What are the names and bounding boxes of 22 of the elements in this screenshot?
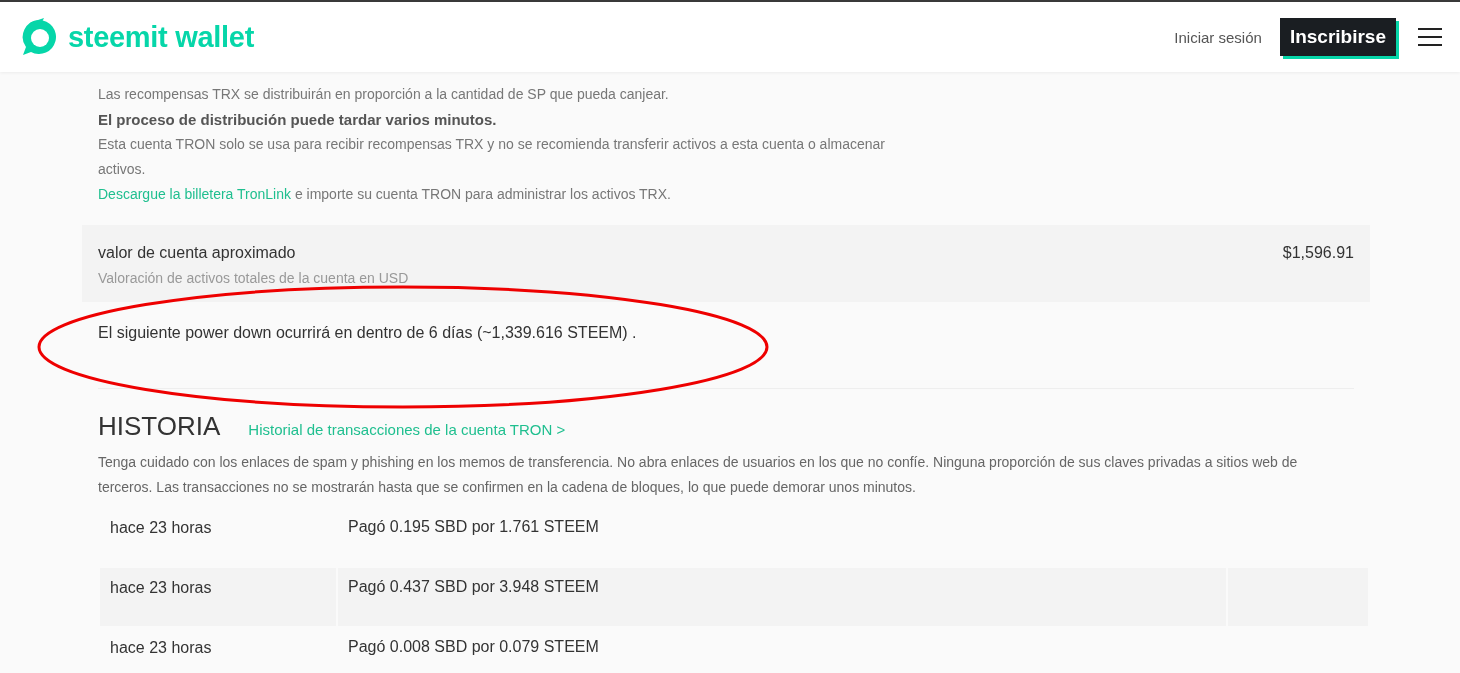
power-down-text: El siguiente power down ocurrirá en dentro de 6 días (~1,339.616 STEEM) . (98, 324, 637, 341)
transaction-cell-text: Pagó 0.008 SBD por 0.079 STEEM (347, 637, 600, 657)
tron-history-link[interactable]: Historial de transacciones de la cuenta TRON > (248, 421, 566, 438)
transaction-cell: Pagó 0.437 SBD por 3.948 STEEM (338, 568, 1226, 626)
time-cell: hace 23 horas (100, 568, 336, 626)
history-title: HISTORIA (98, 411, 221, 442)
tronlink-link[interactable]: Descargue la billetera TronLink (98, 186, 291, 202)
login-link[interactable]: Iniciar sesión (1174, 28, 1262, 46)
info-text: Descargue la billetera TronLink e importe su cuenta TRON para administrar los activos TRX. (98, 185, 672, 204)
info-text: Las recompensas TRX se distribuirán en proporción a la cantidad de SP que pueda canjear. (98, 85, 670, 104)
account-value-label: valor de cuenta aproximado (98, 244, 297, 262)
info-text: El proceso de distribución puede tardar varios minutos. (98, 110, 498, 130)
signup-button[interactable]: Inscribirse (1279, 18, 1396, 56)
warning-text: Tenga cuidado con los enlaces de spam y phishing en los memos de transferencia. No abra enlaces de usuarios en los que no confíe. Ninguna proporción de sus claves privadas a sitios web de terceros. Las transacciones no se mostrarán hasta que se confirmen en la cadena de bloques, lo que puede demorar unos minutos. (97, 453, 1299, 497)
account-value-amount: $1,596.91 (1282, 244, 1354, 263)
logo-text[interactable]: steemit wallet (68, 20, 254, 54)
info-text: Esta cuenta TRON solo se usa para recibir recompensas TRX y no se recomienda transferir activos a esta cuenta o almacenar activos. (98, 135, 886, 179)
time-cell-text: hace 23 horas (109, 638, 213, 658)
transaction-cell-text: Pagó 0.195 SBD por 1.761 STEEM (347, 517, 600, 537)
menu-icon[interactable] (1418, 27, 1442, 47)
time-cell-text: hace 23 horas (109, 518, 213, 538)
account-value-description: Valoración de activos totales de la cuenta en USD (98, 270, 409, 286)
